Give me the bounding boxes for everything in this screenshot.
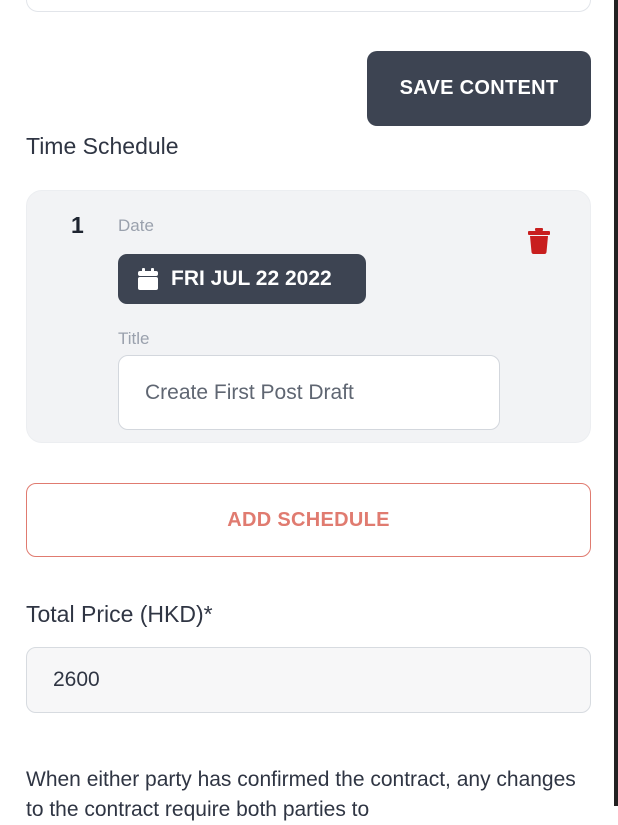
trash-icon[interactable] xyxy=(528,228,550,254)
calendar-icon xyxy=(138,268,158,290)
date-picker-button[interactable]: FRI JUL 22 2022 xyxy=(118,254,366,304)
save-content-button[interactable]: SAVE CONTENT xyxy=(367,51,591,126)
window-edge-divider xyxy=(614,0,618,806)
title-label: Title xyxy=(118,329,150,348)
date-label: Date xyxy=(118,216,154,235)
schedule-item-card: 1 Date FRI JUL 22 2022 Title xyxy=(26,190,591,443)
schedule-item-number: 1 xyxy=(71,212,84,238)
contract-notice-text: When either party has confirmed the cont… xyxy=(26,768,576,821)
time-schedule-heading: Time Schedule xyxy=(26,133,179,159)
total-price-label: Total Price (HKD)* xyxy=(26,601,213,627)
date-value: FRI JUL 22 2022 xyxy=(171,267,332,290)
total-price-input[interactable] xyxy=(26,647,591,713)
schedule-title-input[interactable] xyxy=(118,355,500,430)
add-schedule-button[interactable]: ADD SCHEDULE xyxy=(26,483,591,557)
previous-content-field[interactable] xyxy=(26,0,591,12)
